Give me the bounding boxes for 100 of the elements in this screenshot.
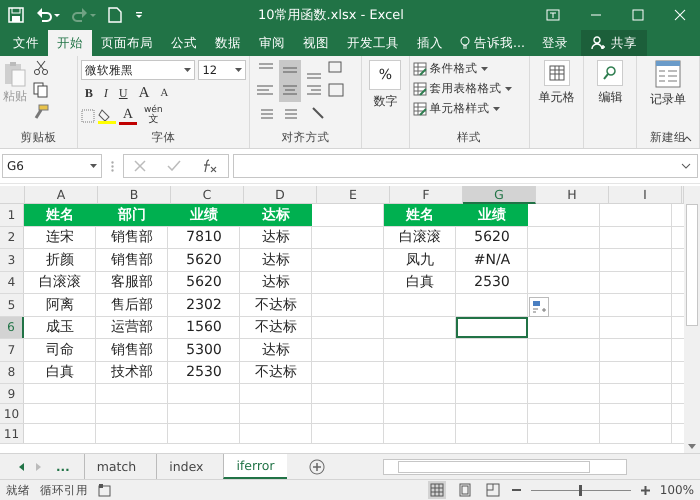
ribbon-tab[interactable]: 开始 [48,30,92,56]
shrink-font-button[interactable]: A [156,83,172,103]
table-cell-text: 客服部 [110,273,154,292]
table-cell-text: 销售部 [110,340,154,360]
table-cell-text: 2302 [185,296,223,315]
sign-in-link[interactable]: 登录 [532,30,577,56]
column-header[interactable]: G [463,186,536,204]
ribbon-tab[interactable]: 数据 [206,30,250,56]
column-header[interactable]: F [390,186,463,204]
status-text: 就绪 [6,482,30,498]
horizontal-scrollbar[interactable] [382,458,627,474]
scroll-down-icon[interactable] [688,444,696,449]
number-button[interactable]: 数字 [373,93,398,110]
header-cell: 业绩 [456,204,528,226]
format-button[interactable]: B [80,83,97,103]
font-color-button[interactable]: A [118,107,138,125]
group-label: 字体 [151,130,176,144]
row-header[interactable]: 3 [0,249,24,270]
row-header[interactable]: 5 [0,294,24,316]
phonetic-button[interactable]: wén 文 [140,106,167,126]
editing-button[interactable]: 编辑 [598,89,622,106]
normal-view-icon[interactable] [428,481,446,499]
row-header[interactable]: 9 [0,384,24,403]
share-button[interactable]: 共享 [580,30,647,56]
row-header[interactable]: 4 [0,272,24,293]
tell-me-field[interactable]: 告诉我... [474,34,525,52]
ribbon-display-icon[interactable] [546,9,560,21]
styles-menu-button[interactable]: 套用表格格式 [412,80,526,97]
grow-font-button[interactable]: A [134,83,154,103]
styles-menu-button[interactable]: 单元格样式 [412,100,526,117]
cells-button[interactable]: 单元格 [538,89,574,106]
previous-sheet-icon[interactable] [18,462,26,472]
active-cell[interactable] [456,316,528,338]
row-header[interactable]: 8 [0,362,24,383]
sheet-tab[interactable]: iferror [223,454,287,479]
row-header[interactable]: 1 [0,204,24,226]
format-button[interactable]: I [100,83,112,103]
format-button[interactable]: U [114,83,132,103]
column-header[interactable]: E [317,186,390,204]
grip-icon[interactable] [111,160,114,172]
window-title: 10常用函数.xlsx - Excel [258,7,405,24]
row-header[interactable]: 6 [0,316,24,338]
check-icon[interactable] [166,160,181,172]
table-cell-text: 5620 [473,228,511,248]
group-label: 样式 [457,130,482,144]
zoom-level[interactable]: 100% [660,483,694,497]
row-header[interactable]: 11 [0,424,24,443]
table-cell-text: 7810 [185,228,223,248]
row-header[interactable]: 10 [0,404,24,423]
form-button[interactable]: 记录单 [650,91,686,108]
borders-icon[interactable] [80,109,95,123]
ribbon-tab[interactable]: 页面布局 [92,30,162,56]
column-header[interactable]: A [25,186,98,204]
table-cell-text: 2530 [473,273,511,292]
page-break-icon[interactable] [484,481,502,499]
ribbon-tab[interactable]: 插入 [408,30,452,56]
paste-options-icon[interactable] [529,297,549,317]
row-header[interactable]: 7 [0,339,24,360]
zoom-out-icon[interactable] [512,488,521,492]
customize-icon[interactable] [134,10,144,20]
column-header[interactable]: B [98,186,171,204]
dropdown-icon [90,164,97,168]
table-cell-text: 技术部 [110,363,154,382]
scissors-icon[interactable] [33,60,49,76]
macro-record-icon[interactable] [98,483,112,497]
table-cell-text: #N/A [472,250,512,270]
name-box[interactable]: G6 [2,154,102,178]
zoom-in-icon[interactable] [640,486,650,494]
column-header[interactable]: I [609,186,682,204]
font-name-field[interactable]: 微软雅黑 [80,60,196,80]
header-cell: 达标 [240,204,312,226]
insert-function-icon[interactable] [202,159,218,173]
column-header[interactable]: C [171,186,244,204]
format-painter-icon[interactable] [33,104,49,120]
column-header[interactable]: D [244,186,317,204]
group-label: 剪贴板 [20,130,56,144]
font-size-field[interactable]: 12 [198,60,246,80]
maximize-icon[interactable] [632,9,644,21]
column-header[interactable]: H [536,186,609,204]
ribbon-tab[interactable]: 文件 [4,30,48,56]
copy-icon[interactable] [33,82,49,98]
ribbon-tab[interactable]: 公式 [162,30,206,56]
ribbon-tab[interactable]: 审阅 [250,30,294,56]
vertical-scrollbar[interactable] [684,186,700,453]
new-file-icon[interactable] [108,7,122,23]
ribbon-tab[interactable]: 开发工具 [338,30,408,56]
table-cell-text: 5620 [185,250,223,270]
table-cell-text: 售后部 [110,296,154,315]
add-sheet-icon[interactable] [308,458,325,474]
lightbulb-icon [460,36,470,50]
expand-icon[interactable] [681,163,691,169]
save-icon[interactable] [8,7,24,23]
ribbon-tab[interactable]: 视图 [294,30,338,56]
styles-menu-button[interactable]: 条件格式 [412,60,526,77]
undo-icon[interactable] [36,7,60,23]
close-icon[interactable] [674,9,686,21]
formula-field[interactable] [233,154,698,178]
row-header[interactable]: 2 [0,226,24,248]
fill-color-icon[interactable] [98,108,116,124]
more-sheets-button[interactable]: ... [50,460,76,474]
